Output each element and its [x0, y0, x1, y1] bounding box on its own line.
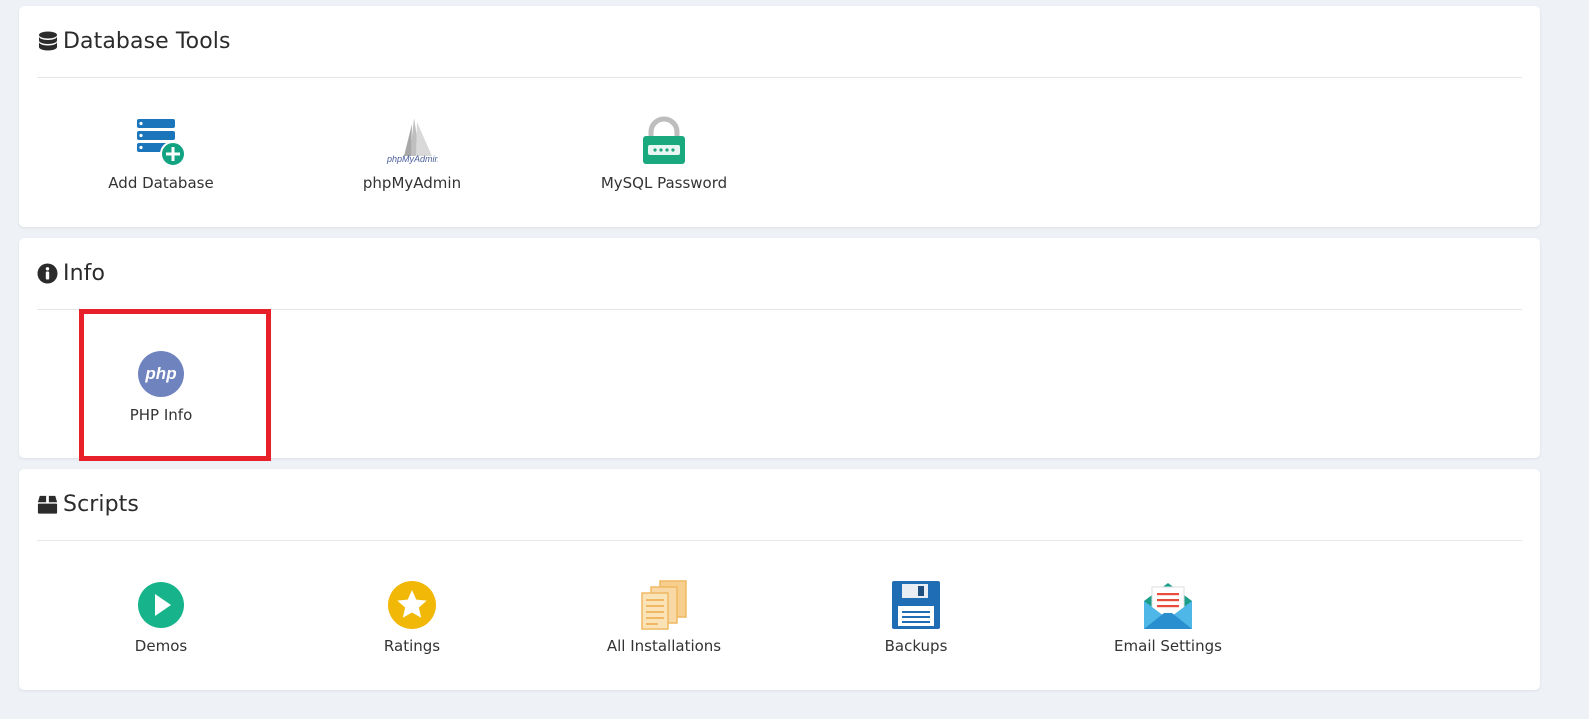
scripts-panel: Scripts Demos Ratings All Installations …	[19, 469, 1540, 690]
all-installations-label: All Installations	[606, 637, 722, 655]
info-panel: Info php PHP Info	[19, 238, 1540, 458]
mysql-password-label: MySQL Password	[600, 174, 728, 192]
database-tools-title: Database Tools	[63, 29, 231, 54]
ratings-tile[interactable]: Ratings	[322, 579, 502, 669]
php-icon: php	[135, 348, 187, 400]
demos-tile[interactable]: Demos	[71, 579, 251, 669]
backups-tile[interactable]: Backups	[826, 579, 1006, 669]
database-icon	[37, 31, 58, 52]
documents-icon	[638, 579, 690, 631]
phpmyadmin-icon: phpMyAdmin	[386, 116, 438, 168]
php-info-tile[interactable]: php PHP Info	[71, 348, 251, 438]
scripts-title: Scripts	[63, 492, 139, 517]
play-circle-icon	[135, 579, 187, 631]
info-header: Info	[37, 238, 1522, 310]
mysql-password-tile[interactable]: MySQL Password	[574, 116, 754, 206]
info-circle-icon	[37, 263, 58, 284]
phpmyadmin-logo-text: phpMyAdmin	[386, 154, 438, 164]
scripts-header: Scripts	[37, 469, 1522, 541]
email-settings-tile[interactable]: Email Settings	[1078, 579, 1258, 669]
phpmyadmin-label: phpMyAdmin	[362, 174, 462, 192]
demos-label: Demos	[134, 637, 188, 655]
php-info-label: PHP Info	[129, 406, 193, 424]
envelope-letter-icon	[1142, 579, 1194, 631]
star-circle-icon	[386, 579, 438, 631]
floppy-disk-icon	[890, 579, 942, 631]
all-installations-tile[interactable]: All Installations	[574, 579, 754, 669]
info-title: Info	[63, 261, 106, 286]
database-tools-header: Database Tools	[37, 6, 1522, 78]
backups-label: Backups	[884, 637, 948, 655]
add-database-icon	[135, 116, 187, 168]
php-logo-text: php	[144, 364, 176, 383]
box-icon	[37, 494, 58, 515]
ratings-label: Ratings	[383, 637, 441, 655]
phpmyadmin-tile[interactable]: phpMyAdmin phpMyAdmin	[322, 116, 502, 206]
add-database-label: Add Database	[108, 174, 214, 192]
email-settings-label: Email Settings	[1114, 637, 1222, 655]
add-database-tile[interactable]: Add Database	[71, 116, 251, 206]
mysql-password-icon	[638, 116, 690, 168]
database-tools-panel: Database Tools Add Database phpMyAdmin p…	[19, 6, 1540, 227]
